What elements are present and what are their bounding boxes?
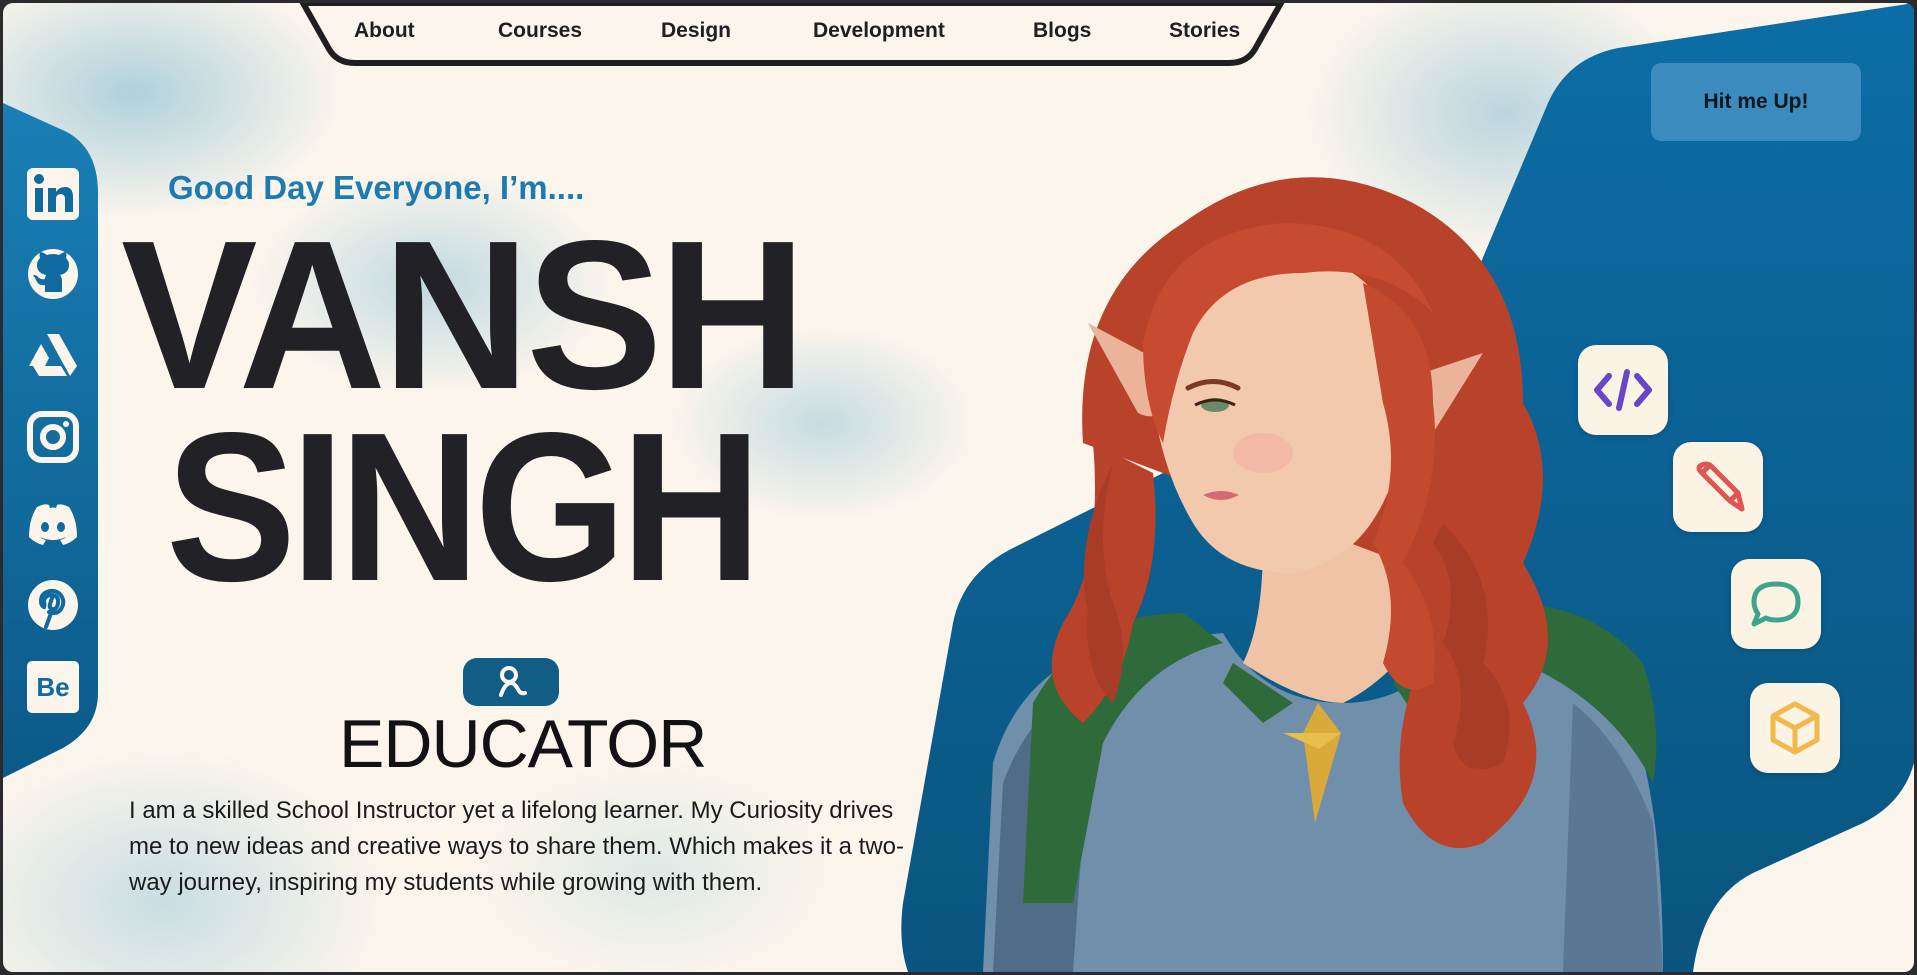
nav-courses[interactable]: Courses [498,19,582,43]
nav-stories[interactable]: Stories [1169,19,1240,43]
elf-portrait-illustration [983,177,1663,972]
artstation-icon[interactable] [27,328,79,380]
nav-about[interactable]: About [354,19,415,43]
design-skill-card[interactable] [1673,442,1763,532]
discord-icon[interactable] [27,499,79,551]
chat-icon [1751,581,1801,627]
nav-blogs[interactable]: Blogs [1033,19,1091,43]
nav-development[interactable]: Development [813,19,945,43]
github-icon[interactable] [27,248,79,300]
3d-skill-card[interactable] [1750,683,1840,773]
role-title: EDUCATOR [339,706,707,782]
code-skill-card[interactable] [1578,345,1668,435]
code-icon [1594,369,1652,411]
instagram-icon[interactable] [27,411,79,463]
contact-button[interactable]: Hit me Up! [1651,63,1861,141]
role-badge [463,658,559,706]
nav-bar-frame [299,3,1285,66]
pencil-icon [1696,461,1745,512]
pinterest-icon[interactable] [27,579,79,631]
user-icon [499,666,527,697]
last-name: SINGH [166,388,762,625]
svg-text:Be: Be [36,672,69,702]
linkedin-icon[interactable] [27,168,79,220]
cube-icon [1770,701,1820,755]
hero-description: I am a skilled School Instructor yet a l… [129,797,904,896]
page: About Courses Design Development Blogs S… [3,3,1914,972]
nav-design[interactable]: Design [661,19,731,43]
communication-skill-card[interactable] [1731,559,1821,649]
behance-icon[interactable]: Be [27,661,79,713]
